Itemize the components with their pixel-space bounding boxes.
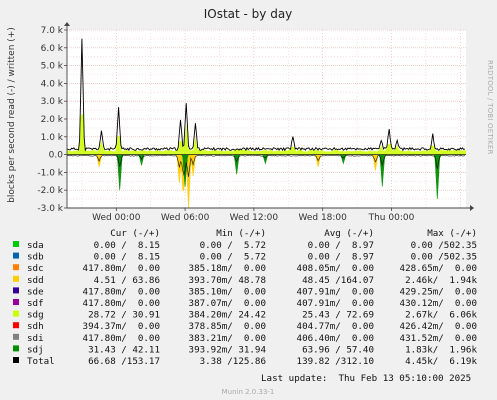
legend-min-sdc: 385.18m/ 0.00 xyxy=(189,263,266,274)
legend-avg-sdg: 25.43 / 72.69 xyxy=(302,310,374,321)
legend-min-sdj: 393.92m/ 31.94 xyxy=(189,344,267,355)
legend-swatch-sda xyxy=(13,241,19,247)
legend-max-total: 4.45k/ 6.19k xyxy=(405,356,477,367)
legend-min-sdg: 384.20m/ 24.42 xyxy=(189,310,266,321)
y-tick-label: -2.0 k xyxy=(37,186,63,196)
legend-min-sdb: 0.00 / 5.72 xyxy=(200,252,266,263)
y-tick-label: 1.0 k xyxy=(41,133,64,143)
x-tick-label: Wed 00:00 xyxy=(92,213,141,223)
y-tick-label: 3.0 k xyxy=(41,97,64,107)
legend-max-sdh: 426.42m/ 0.00 xyxy=(400,321,477,332)
legend-min-sda: 0.00 / 5.72 xyxy=(200,240,266,251)
legend-swatch-total xyxy=(13,357,19,363)
legend: Cur (-/+) Min (-/+) Avg (-/+) Max (-/+) sda 0… xyxy=(13,228,477,367)
legend-swatch-sdf xyxy=(13,299,19,305)
legend-header: Min (-/+) xyxy=(216,228,266,239)
legend-swatch-sdh xyxy=(13,322,19,329)
legend-header: Max (-/+) xyxy=(427,228,477,239)
legend-min-sdi: 383.21m/ 0.00 xyxy=(189,333,266,344)
legend-swatch-sdg xyxy=(13,310,19,317)
legend-avg-sdj: 63.96 / 57.40 xyxy=(302,344,374,355)
legend-max-sdc: 428.65m/ 0.00 xyxy=(400,263,477,274)
iostat-chart: IOstat - by day RRDTOOL / TOBI OETIKER b… xyxy=(7,7,494,396)
y-tick-label: 2.0 k xyxy=(41,115,64,125)
y-tick-label: 0.0 xyxy=(49,151,64,161)
legend-cur-sdc: 417.80m/ 0.00 xyxy=(83,263,160,274)
x-tick-label: Wed 06:00 xyxy=(161,213,210,223)
legend-cur-sde: 417.80m/ 0.00 xyxy=(83,286,160,297)
y-tick-label: -3.0 k xyxy=(37,204,63,214)
x-tick-label: Wed 18:00 xyxy=(298,213,347,223)
legend-max-sdj: 1.83k/ 1.96k xyxy=(405,344,477,355)
legend-min-sdh: 378.85m/ 0.00 xyxy=(189,321,266,332)
y-tick-label: -1.0 k xyxy=(37,168,63,178)
legend-min-total: 3.38 /125.86 xyxy=(200,356,266,367)
legend-swatch-sde xyxy=(13,287,19,294)
legend-cur-sdh: 394.37m/ 0.00 xyxy=(83,321,160,332)
legend-cur-sdi: 417.80m/ 0.00 xyxy=(83,333,160,344)
legend-min-sdd: 393.70m/ 48.78 xyxy=(189,275,266,286)
legend-max-sdi: 431.52m/ 0.00 xyxy=(400,333,477,344)
rrdtool-side-label: RRDTOOL / TOBI OETIKER xyxy=(486,60,494,155)
legend-avg-sde: 407.91m/ 0.00 xyxy=(297,286,374,297)
legend-cur-sdj: 31.43 / 42.11 xyxy=(88,344,160,355)
legend-name-sde: sde xyxy=(27,286,44,297)
y-tick-label: 7.0 k xyxy=(41,26,64,36)
legend-avg-sdd: 48.45 /164.07 xyxy=(302,275,374,286)
legend-cur-sdd: 4.51 / 63.86 xyxy=(94,275,160,286)
legend-swatch-sdb xyxy=(13,252,19,259)
legend-name-sdi: sdi xyxy=(27,333,44,344)
legend-cur-sdb: 0.00 / 8.15 xyxy=(94,252,160,263)
legend-min-sde: 385.10m/ 0.00 xyxy=(189,286,266,297)
legend-avg-total: 139.82 /312.10 xyxy=(297,356,374,367)
legend-name-sda: sda xyxy=(27,240,44,251)
legend-swatch-sdc xyxy=(13,264,19,271)
x-axis-arrow xyxy=(470,205,474,211)
legend-cur-sdf: 417.80m/ 0.00 xyxy=(83,298,160,309)
y-tick-label: 6.0 k xyxy=(41,44,64,54)
legend-name-total: Total xyxy=(27,356,55,367)
legend-swatch-sdj xyxy=(13,345,19,352)
legend-name-sdh: sdh xyxy=(27,321,44,332)
last-update: Last update: Thu Feb 13 05:10:00 2025 xyxy=(261,373,471,384)
legend-max-sdb: 0.00 /502.35 xyxy=(411,252,477,263)
legend-header: Avg (-/+) xyxy=(324,228,374,239)
legend-max-sdg: 2.67k/ 6.06k xyxy=(405,310,477,321)
legend-name-sdj: sdj xyxy=(27,344,44,355)
legend-swatch-sdi xyxy=(13,333,19,340)
x-tick-label: Thu 00:00 xyxy=(368,213,415,223)
legend-avg-sda: 0.00 / 8.97 xyxy=(308,240,374,251)
legend-avg-sdb: 0.00 / 8.97 xyxy=(308,252,374,263)
legend-avg-sdh: 404.77m/ 0.00 xyxy=(297,321,374,332)
y-tick-label: 4.0 k xyxy=(41,79,64,89)
legend-name-sdg: sdg xyxy=(27,310,44,321)
legend-name-sdc: sdc xyxy=(27,263,44,274)
legend-avg-sdc: 408.05m/ 0.00 xyxy=(297,263,374,274)
x-tick-label: Wed 12:00 xyxy=(230,213,279,223)
legend-name-sdb: sdb xyxy=(27,252,44,263)
legend-name-sdf: sdf xyxy=(27,298,44,309)
legend-max-sdd: 2.46k/ 1.94k xyxy=(405,275,477,286)
legend-cur-sdg: 28.72 / 30.91 xyxy=(88,310,160,321)
y-tick-label: 5.0 k xyxy=(41,62,64,72)
legend-avg-sdi: 406.40m/ 0.00 xyxy=(297,333,374,344)
legend-cur-total: 66.68 /153.17 xyxy=(88,356,160,367)
y-axis-label: blocks per second read (-) / written (+) xyxy=(7,27,17,203)
legend-min-sdf: 387.07m/ 0.00 xyxy=(189,298,266,309)
plot-area: -3.0 k -2.0 k -1.0 k 0.0 1.0 k 2.0 k 3.0 k 4.0 … xyxy=(37,22,474,223)
chart-title: IOstat - by day xyxy=(204,7,293,21)
legend-max-sda: 0.00 /502.35 xyxy=(411,240,477,251)
legend-max-sdf: 430.12m/ 0.00 xyxy=(400,298,477,309)
y-axis-arrow xyxy=(64,22,70,26)
legend-max-sde: 429.25m/ 0.00 xyxy=(400,286,477,297)
legend-cur-sda: 0.00 / 8.15 xyxy=(94,240,160,251)
legend-avg-sdf: 407.91m/ 0.00 xyxy=(297,298,374,309)
legend-name-sdd: sdd xyxy=(27,275,44,286)
munin-version: Munin 2.0.33-1 xyxy=(222,388,275,396)
legend-header: Cur (-/+) xyxy=(110,228,160,239)
legend-swatch-sdd xyxy=(13,275,19,282)
